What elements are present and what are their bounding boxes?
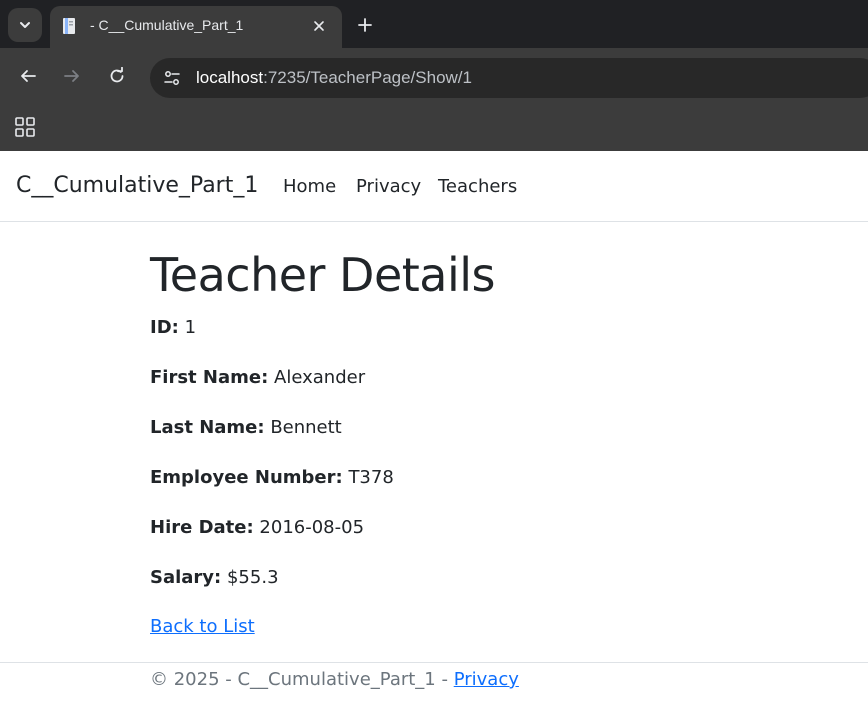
site-info-button[interactable] (160, 66, 184, 90)
bookmarks-bar (0, 104, 868, 151)
site-footer: © 2025 - C__Cumulative_Part_1 - Privacy (0, 662, 868, 727)
nav-link-teachers[interactable]: Teachers (438, 176, 517, 197)
field-label: Employee Number: (150, 467, 343, 488)
tune-icon (164, 71, 180, 85)
browser-tab-strip: - C__Cumulative_Part_1 (0, 0, 868, 48)
field-first-name: First Name: Alexander (150, 367, 365, 388)
navbar-brand[interactable]: C__Cumulative_Part_1 (16, 173, 258, 198)
url-path: :7235/TeacherPage/Show/1 (263, 68, 472, 87)
field-value: Alexander (274, 367, 366, 388)
tab-title: - C__Cumulative_Part_1 (90, 17, 244, 33)
copyright-text: © 2025 - C__Cumulative_Part_1 - (150, 669, 454, 690)
arrow-right-icon (64, 70, 79, 82)
field-id: ID: 1 (150, 317, 196, 338)
field-value: 2016-08-05 (259, 517, 365, 538)
field-label: Salary: (150, 567, 222, 588)
tab-close-button[interactable] (308, 15, 330, 37)
new-tab-button[interactable] (352, 12, 378, 38)
plus-icon (358, 18, 372, 32)
field-value: Bennett (270, 417, 342, 438)
field-hire-date: Hire Date: 2016-08-05 (150, 517, 364, 538)
browser-tab[interactable]: - C__Cumulative_Part_1 (50, 6, 342, 48)
field-value: T378 (348, 467, 394, 488)
forward-button[interactable] (58, 62, 86, 90)
url-host: localhost (196, 68, 264, 87)
field-label: First Name: (150, 367, 269, 388)
back-to-list-link[interactable]: Back to List (150, 616, 255, 637)
field-value: $55.3 (226, 567, 279, 588)
field-label: Hire Date: (150, 517, 254, 538)
chevron-down-icon (20, 22, 30, 28)
field-salary: Salary: $55.3 (150, 567, 279, 588)
site-navbar: C__Cumulative_Part_1 Home Privacy Teache… (0, 151, 868, 222)
field-value: 1 (184, 317, 197, 338)
nav-link-home[interactable]: Home (283, 176, 336, 197)
footer-text: © 2025 - C__Cumulative_Part_1 - Privacy (150, 669, 519, 690)
footer-privacy-link[interactable]: Privacy (454, 669, 519, 690)
apps-grid-icon[interactable] (14, 116, 36, 138)
field-last-name: Last Name: Bennett (150, 417, 342, 438)
back-button[interactable] (14, 62, 42, 90)
address-bar[interactable]: localhost:7235/TeacherPage/Show/1 (150, 58, 868, 98)
field-employee-number: Employee Number: T378 (150, 467, 394, 488)
url-text[interactable]: localhost:7235/TeacherPage/Show/1 (196, 68, 472, 88)
nav-link-privacy[interactable]: Privacy (356, 176, 421, 197)
reload-button[interactable] (103, 62, 131, 90)
reload-icon (110, 67, 124, 83)
close-icon (314, 21, 324, 31)
browser-toolbar: localhost:7235/TeacherPage/Show/1 (0, 48, 868, 104)
page-icon (63, 18, 75, 34)
tab-search-button[interactable] (8, 8, 42, 42)
field-label: ID: (150, 317, 179, 338)
page-title: Teacher Details (150, 248, 496, 302)
field-label: Last Name: (150, 417, 265, 438)
arrow-left-icon (21, 70, 36, 82)
